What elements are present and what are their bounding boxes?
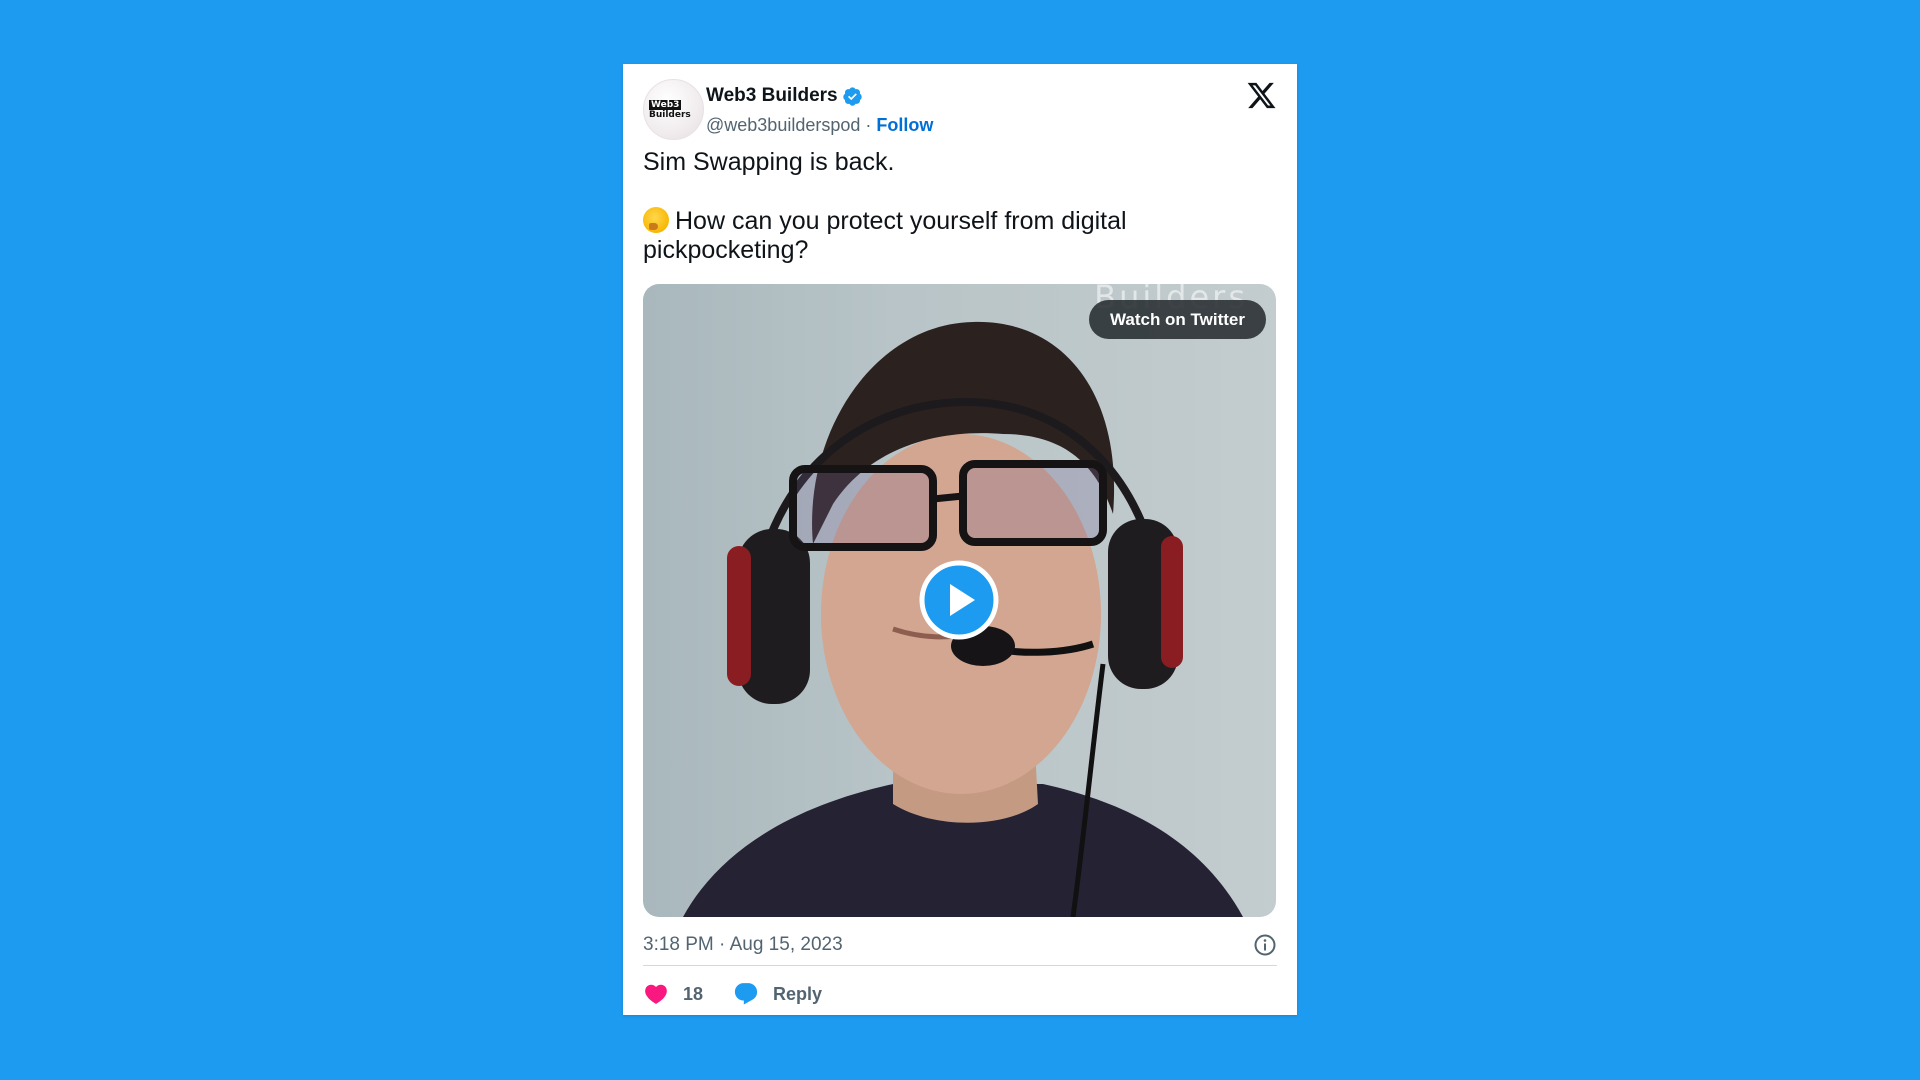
reply-button[interactable]: Reply bbox=[733, 981, 822, 1007]
tweet-actions: 18 Reply bbox=[643, 976, 852, 1012]
like-button[interactable]: 18 bbox=[643, 981, 703, 1007]
author-display-name[interactable]: Web3 Builders bbox=[706, 85, 838, 107]
tweet-text: Sim Swapping is back. How can you protec… bbox=[643, 148, 1263, 265]
heart-icon bbox=[645, 984, 667, 1004]
follow-button[interactable]: Follow bbox=[876, 115, 933, 136]
verified-badge-icon bbox=[842, 86, 862, 106]
info-icon[interactable] bbox=[1253, 933, 1277, 957]
author-handle[interactable]: @web3builderspod bbox=[706, 115, 860, 136]
reply-bubble-icon bbox=[734, 983, 758, 1005]
video-thumbnail[interactable]: Builders Watch on Twitter bbox=[643, 284, 1276, 917]
play-icon[interactable] bbox=[919, 560, 999, 640]
separator-dot: · bbox=[865, 114, 872, 135]
watch-on-twitter-button[interactable]: Watch on Twitter bbox=[1088, 300, 1266, 339]
x-logo-icon[interactable] bbox=[1246, 80, 1277, 111]
footer-divider bbox=[643, 965, 1277, 966]
reply-label: Reply bbox=[773, 983, 823, 1004]
thinking-face-emoji-icon bbox=[643, 207, 669, 233]
author-avatar[interactable]: Web3 Builders bbox=[643, 79, 704, 140]
tweet-line-2: How can you protect yourself from digita… bbox=[643, 207, 1127, 264]
author-name-row: Web3 Builders bbox=[706, 83, 863, 109]
like-count: 18 bbox=[683, 983, 704, 1004]
embedded-tweet-card: Web3 Builders Web3 Builders @web3builder… bbox=[623, 64, 1297, 1015]
author-handle-row: @web3builderspod · Follow bbox=[706, 112, 933, 138]
tweet-line-2-wrapper: How can you protect yourself from digita… bbox=[643, 207, 1263, 265]
tweet-line-1: Sim Swapping is back. bbox=[643, 148, 895, 176]
timestamp-row: 3:18 PM · Aug 15, 2023 bbox=[643, 930, 1277, 960]
tweet-timestamp[interactable]: 3:18 PM · Aug 15, 2023 bbox=[643, 934, 843, 956]
avatar-logo: Web3 Builders bbox=[649, 100, 691, 120]
